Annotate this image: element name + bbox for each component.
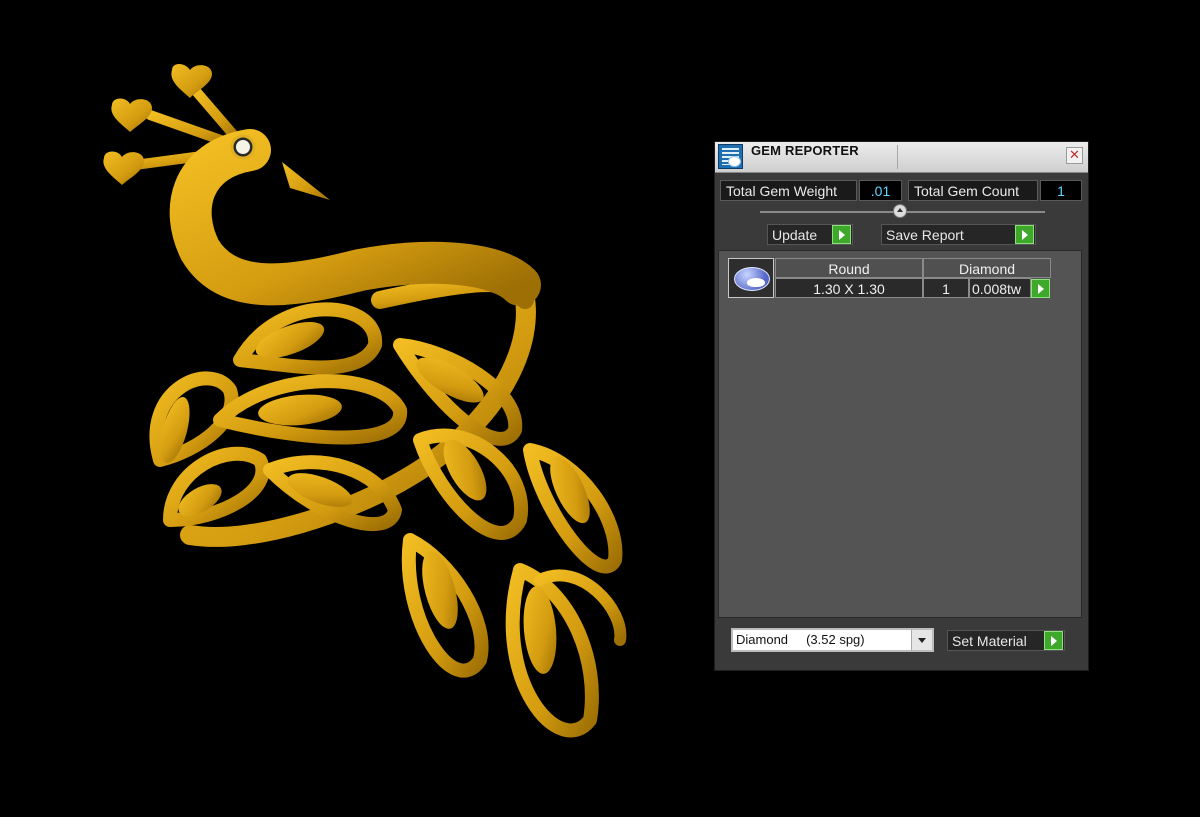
gem-shape-header: Round <box>775 258 923 278</box>
save-report-play-icon[interactable] <box>1015 225 1034 244</box>
save-report-button-label: Save Report <box>886 227 964 243</box>
gem-weight-cell: 0.008tw <box>969 278 1031 298</box>
gem-reporter-app-icon <box>718 144 743 169</box>
window-title: GEM REPORTER <box>751 143 859 158</box>
update-button[interactable]: Update <box>767 224 853 245</box>
title-bar[interactable]: GEM REPORTER ✕ <box>715 142 1088 173</box>
total-gem-count-value: 1 <box>1040 180 1082 201</box>
gem-material-header: Diamond <box>923 258 1051 278</box>
total-gem-weight-value: .01 <box>859 180 902 201</box>
close-icon[interactable]: ✕ <box>1066 147 1083 164</box>
gem-count-cell: 1 <box>923 278 969 298</box>
total-gem-count-label: Total Gem Count <box>908 180 1038 201</box>
3d-viewport[interactable] <box>0 0 700 817</box>
material-select[interactable]: Diamond (3.52 spg) <box>731 628 934 652</box>
slider-handle[interactable] <box>893 204 907 218</box>
material-select-value: Diamond (3.52 spg) <box>736 632 865 647</box>
gem-size-cell: 1.30 X 1.30 <box>775 278 923 298</box>
peacock-ring-model <box>103 64 627 738</box>
update-play-icon[interactable] <box>832 225 851 244</box>
set-material-button-label: Set Material <box>952 633 1027 649</box>
oval-gem-icon <box>728 258 774 298</box>
gem-reporter-window: GEM REPORTER ✕ Total Gem Weight .01 Tota… <box>714 141 1089 671</box>
total-gem-weight-label: Total Gem Weight <box>720 180 857 201</box>
title-divider <box>897 145 898 169</box>
save-report-button[interactable]: Save Report <box>881 224 1036 245</box>
set-material-button[interactable]: Set Material <box>947 630 1065 651</box>
gem-list[interactable]: Round Diamond 1.30 X 1.30 1 0.008tw <box>718 250 1082 618</box>
update-button-label: Update <box>772 227 818 243</box>
gem-row-play-icon[interactable] <box>1031 279 1050 298</box>
set-material-play-icon[interactable] <box>1044 631 1063 650</box>
chevron-down-icon[interactable] <box>911 630 932 650</box>
